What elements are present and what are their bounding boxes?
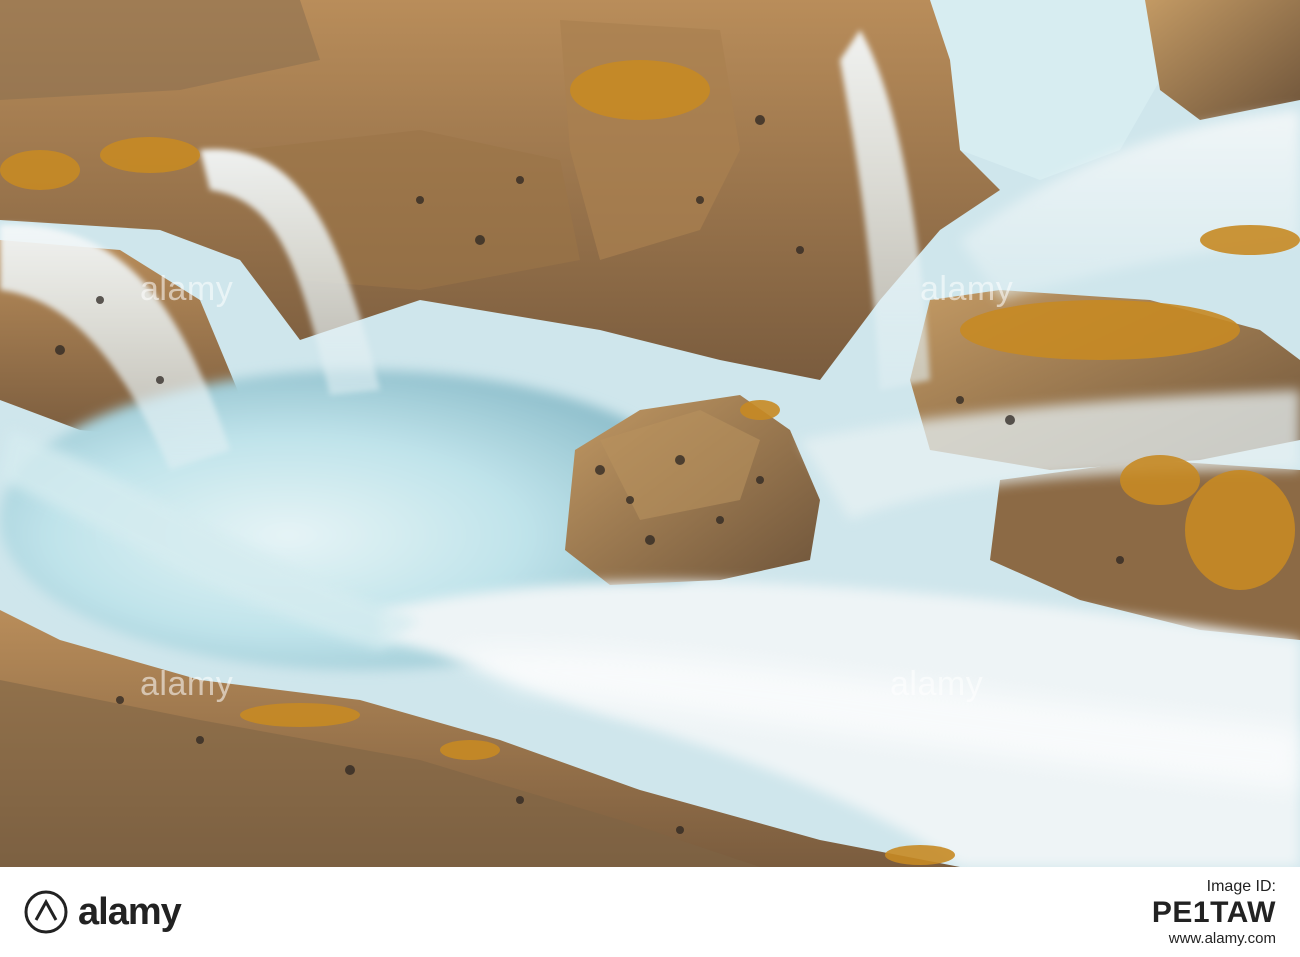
- image-reference: Image ID: PE1TAW www.alamy.com: [1151, 878, 1276, 947]
- photo-canvas: [0, 0, 1300, 867]
- alamy-logo-icon: [24, 890, 68, 934]
- image-id: PE1TAW: [1151, 895, 1276, 929]
- image-id-label: Image ID:: [1206, 877, 1276, 895]
- brand-name: alamy: [78, 890, 182, 933]
- brand-logo[interactable]: alamy: [24, 885, 182, 939]
- site-url[interactable]: www.alamy.com: [1169, 930, 1276, 947]
- footer-bar: alamy Image ID: PE1TAW www.alamy.com: [0, 867, 1300, 957]
- photo: alamy alamy alamy alamy: [0, 0, 1300, 867]
